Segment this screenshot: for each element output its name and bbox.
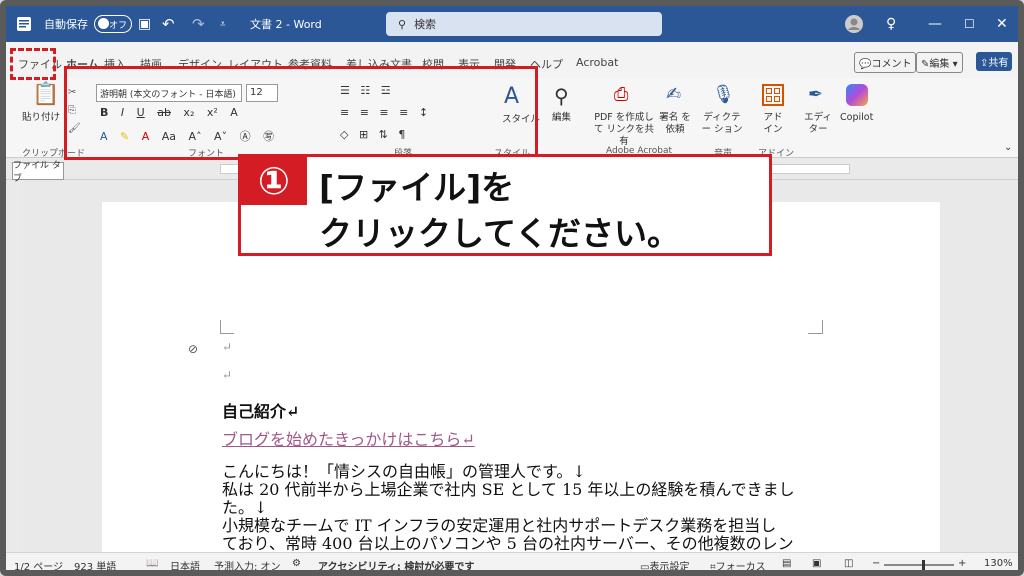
microphone-icon[interactable]: 🎙 [712, 84, 735, 105]
document-title: 文書 2 - Word [250, 18, 322, 31]
undo-icon[interactable]: ↶ [162, 6, 175, 42]
redo-icon[interactable]: ↷ [192, 6, 205, 42]
dictate-button[interactable]: ディクテー ション [700, 112, 744, 136]
empty-paragraph-mark: ↵ [222, 340, 233, 354]
proofing-icon[interactable]: 📖 [146, 558, 158, 569]
minimize-icon[interactable]: — [928, 6, 942, 42]
zoom-level[interactable]: 130% [984, 558, 1013, 569]
save-icon[interactable]: ▣ [138, 6, 151, 42]
create-pdf-button[interactable]: PDF を作成して リンクを共有 [592, 112, 656, 148]
word-icon [16, 6, 32, 42]
editing-button[interactable]: 編集 [552, 112, 571, 124]
addins-icon[interactable] [762, 84, 784, 106]
zoom-out-button[interactable]: − [872, 558, 880, 569]
paste-icon[interactable]: 📋 [32, 82, 59, 107]
title-bar: 自動保存 オフ ▣ ↶ ↷ ⩡ 文書 2 - Word ⚲ 検索 ♀ — ☐ ✕ [6, 6, 1018, 42]
find-icon[interactable]: ⚲ [554, 84, 569, 108]
predictive-text[interactable]: 予測入力: オン [214, 558, 281, 570]
copilot-button[interactable]: Copilot [840, 112, 873, 124]
collapse-ribbon-icon[interactable]: ⌄ [1004, 142, 1012, 153]
instruction-line-1: [ファイル]を [319, 168, 515, 207]
maximize-icon[interactable]: ☐ [964, 6, 975, 42]
instruction-line-2: クリックしてください。 [319, 214, 681, 253]
paragraph-anchor-icon: ⊘ [188, 342, 199, 356]
accessibility-status[interactable]: アクセシビリティ: 検討が必要です [318, 558, 474, 570]
doc-heading: 自己紹介↵ [222, 402, 300, 421]
word-count[interactable]: 923 単語 [74, 558, 116, 570]
accessibility-icon[interactable]: ⚙ [292, 558, 301, 569]
display-settings-button[interactable]: ▭表示設定 [640, 558, 689, 570]
zoom-in-button[interactable]: + [958, 558, 966, 569]
edit-mode-button[interactable]: ✎編集 ▾ [916, 52, 963, 73]
pdf-icon[interactable]: ⎙ [614, 84, 628, 105]
file-tab-highlight [10, 48, 56, 80]
doc-line: 私は 20 代前半から上場企業で社内 SE として 15 年以上の経験を積んでき… [222, 480, 795, 499]
addins-button[interactable]: アド イン [760, 112, 786, 136]
web-layout-icon[interactable]: ◫ [844, 558, 853, 569]
highlight-frame [64, 66, 538, 160]
instruction-callout: ① [ファイル]を クリックしてください。 [238, 154, 772, 256]
word-window: 自動保存 オフ ▣ ↶ ↷ ⩡ 文書 2 - Word ⚲ 検索 ♀ — ☐ ✕ … [0, 0, 1024, 576]
search-icon: ⚲ [398, 17, 407, 31]
file-tab-tooltip: ファイル タブ [12, 161, 64, 184]
status-bar: 1/2 ページ 923 単語 📖 日本語 予測入力: オン ⚙ アクセシビリティ… [6, 552, 1018, 570]
account-avatar-icon[interactable] [844, 6, 864, 42]
editor-icon[interactable]: ✒ [808, 84, 823, 105]
focus-button[interactable]: ⌗フォーカス [710, 558, 766, 570]
editor-button[interactable]: エディ ター [804, 112, 832, 136]
tab-acrobat[interactable]: Acrobat [576, 56, 618, 69]
autosave-toggle[interactable]: オフ [94, 15, 132, 33]
sign-icon[interactable]: ✍ [666, 84, 681, 105]
vertical-ruler [6, 180, 20, 552]
lightbulb-icon[interactable]: ♀ [886, 6, 896, 42]
page-count[interactable]: 1/2 ページ [14, 558, 63, 570]
customize-toolbar-icon[interactable]: ⩡ [220, 6, 226, 42]
copilot-icon[interactable] [846, 84, 868, 106]
comment-button[interactable]: 💬コメント [854, 52, 917, 73]
zoom-slider[interactable] [884, 560, 954, 570]
share-button[interactable]: ⇪共有 [976, 52, 1013, 71]
doc-line: ており、常時 400 台以上のパソコンや 5 台の社内サーバー、その他複数のレン [222, 534, 794, 553]
doc-link[interactable]: ブログを始めたきっかけはこちら↵ [222, 426, 475, 450]
empty-paragraph-mark: ↵ [222, 368, 233, 382]
close-icon[interactable]: ✕ [996, 6, 1008, 42]
search-box[interactable]: ⚲ 検索 [386, 12, 662, 36]
step-number: ① [241, 157, 307, 205]
request-signature-button[interactable]: 署名 を依頼 [656, 112, 694, 136]
autosave-label: 自動保存 [44, 18, 88, 31]
language-indicator[interactable]: 日本語 [170, 558, 200, 570]
read-mode-icon[interactable]: ▤ [782, 558, 791, 569]
print-layout-icon[interactable]: ▣ [812, 558, 821, 569]
paste-button[interactable]: 貼り付け [22, 112, 60, 124]
